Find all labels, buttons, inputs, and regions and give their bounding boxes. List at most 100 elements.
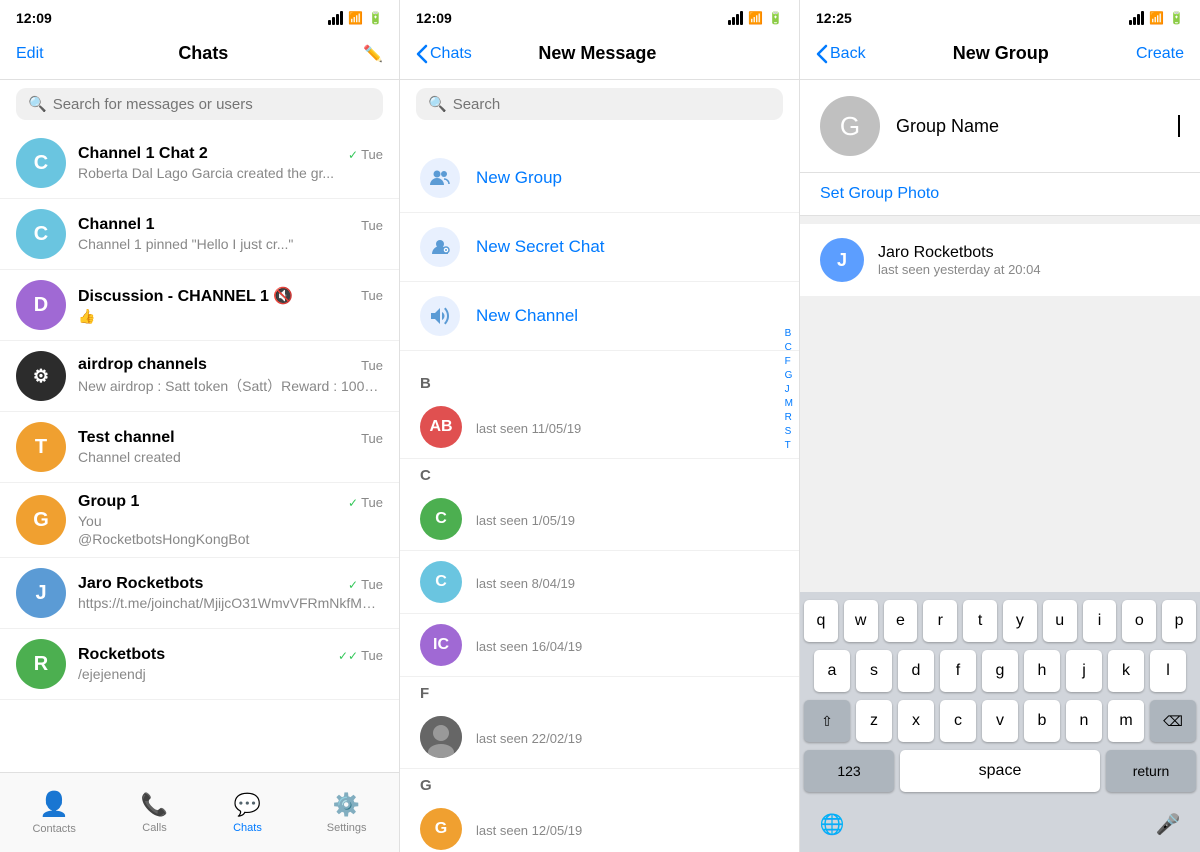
- new-group-item[interactable]: New Group: [400, 144, 799, 213]
- key-s[interactable]: s: [856, 650, 892, 692]
- chat-name-channel1chat2: Channel 1 Chat 2: [78, 145, 208, 163]
- new-channel-label: New Channel: [476, 306, 578, 326]
- key-123[interactable]: 123: [804, 750, 894, 792]
- key-shift[interactable]: ⇧: [804, 700, 850, 742]
- contact-ab[interactable]: AB last seen 11/05/19: [400, 396, 799, 459]
- tab-calls[interactable]: 📞 Calls: [141, 792, 168, 834]
- key-t[interactable]: t: [963, 600, 997, 642]
- key-b[interactable]: b: [1024, 700, 1060, 742]
- tab-bar: 👤 Contacts 📞 Calls 💬 Chats ⚙️ Settings: [0, 772, 399, 852]
- group-avatar-letter: G: [840, 111, 860, 142]
- key-w[interactable]: w: [844, 600, 878, 642]
- key-delete[interactable]: ⌫: [1150, 700, 1196, 742]
- avatar-group1: G: [16, 495, 66, 545]
- chat-item-testchannel[interactable]: T Test channel Tue Channel created: [0, 412, 399, 483]
- tab-contacts[interactable]: 👤 Contacts: [32, 790, 75, 835]
- search-container-1[interactable]: 🔍: [16, 88, 383, 120]
- globe-icon[interactable]: 🌐: [812, 804, 852, 844]
- channel-svg-icon: [428, 304, 452, 328]
- key-m[interactable]: m: [1108, 700, 1144, 742]
- chats-nav: Edit Chats ✏️: [0, 32, 399, 80]
- back-button-3[interactable]: Back: [816, 44, 866, 64]
- status-bar-2: 12:09 📶 🔋: [400, 0, 799, 32]
- search-input-1[interactable]: [53, 96, 371, 113]
- keyboard-row-2: a s d f g h j k l: [804, 650, 1196, 692]
- contact-c1[interactable]: C last seen 1/05/19: [400, 488, 799, 551]
- chat-time-group1: ✓Tue: [348, 495, 383, 510]
- new-group-nav: Back New Group Create: [800, 32, 1200, 80]
- key-i[interactable]: i: [1083, 600, 1117, 642]
- key-l[interactable]: l: [1150, 650, 1186, 692]
- key-q[interactable]: q: [804, 600, 838, 642]
- key-u[interactable]: u: [1043, 600, 1077, 642]
- key-f[interactable]: f: [940, 650, 976, 692]
- alpha-m[interactable]: M: [785, 398, 793, 409]
- chat-item-channel1[interactable]: C Channel 1 Tue Channel 1 pinned "Hello …: [0, 199, 399, 270]
- key-c[interactable]: c: [940, 700, 976, 742]
- group-header: G: [800, 80, 1200, 173]
- key-p[interactable]: p: [1162, 600, 1196, 642]
- new-channel-item[interactable]: New Channel: [400, 282, 799, 351]
- avatar-rocketbots: R: [16, 639, 66, 689]
- key-k[interactable]: k: [1108, 650, 1144, 692]
- key-r[interactable]: r: [923, 600, 957, 642]
- group-name-input[interactable]: [896, 116, 1177, 137]
- contact-f1[interactable]: last seen 22/02/19: [400, 706, 799, 769]
- alpha-c[interactable]: C: [785, 342, 793, 353]
- back-label-2: Chats: [430, 45, 472, 63]
- alpha-t[interactable]: T: [785, 440, 793, 451]
- contact-ic[interactable]: IC last seen 16/04/19: [400, 614, 799, 677]
- contact-g1[interactable]: G last seen 12/05/19: [400, 798, 799, 852]
- status-icons-3: 📶 🔋: [1129, 11, 1184, 25]
- alpha-s[interactable]: S: [785, 426, 793, 437]
- chat-time-testchannel: Tue: [361, 431, 383, 446]
- contact-c2[interactable]: C last seen 8/04/19: [400, 551, 799, 614]
- new-secret-chat-item[interactable]: New Secret Chat: [400, 213, 799, 282]
- alpha-r[interactable]: R: [785, 412, 793, 423]
- edit-button[interactable]: Edit: [16, 45, 44, 63]
- chat-item-group1[interactable]: G Group 1 ✓Tue You @RocketbotsHongKongBo…: [0, 483, 399, 558]
- group-avatar-placeholder[interactable]: G: [820, 96, 880, 156]
- key-d[interactable]: d: [898, 650, 934, 692]
- search-container-2[interactable]: 🔍: [416, 88, 783, 120]
- key-x[interactable]: x: [898, 700, 934, 742]
- chat-item-airdrop[interactable]: ⚙ airdrop channels Tue New airdrop : Sat…: [0, 341, 399, 412]
- alpha-j[interactable]: J: [785, 384, 793, 395]
- key-return[interactable]: return: [1106, 750, 1196, 792]
- key-n[interactable]: n: [1066, 700, 1102, 742]
- chat-time-airdrop: Tue: [361, 358, 383, 373]
- key-g[interactable]: g: [982, 650, 1018, 692]
- chat-time-channel1: Tue: [361, 218, 383, 233]
- chat-name-discussion: Discussion - CHANNEL 1 🔇: [78, 286, 293, 306]
- key-j[interactable]: j: [1066, 650, 1102, 692]
- tab-settings[interactable]: ⚙️ Settings: [327, 792, 367, 834]
- key-z[interactable]: z: [856, 700, 892, 742]
- key-a[interactable]: a: [814, 650, 850, 692]
- alpha-g[interactable]: G: [785, 370, 793, 381]
- key-y[interactable]: y: [1003, 600, 1037, 642]
- create-button[interactable]: Create: [1136, 45, 1184, 63]
- alpha-f[interactable]: F: [785, 356, 793, 367]
- key-e[interactable]: e: [884, 600, 918, 642]
- search-input-2[interactable]: [453, 96, 771, 113]
- chat-item-discussion[interactable]: D Discussion - CHANNEL 1 🔇 Tue 👍: [0, 270, 399, 341]
- mic-icon[interactable]: 🎤: [1148, 804, 1188, 844]
- chat-preview-testchannel: Channel created: [78, 449, 383, 465]
- key-space[interactable]: space: [900, 750, 1100, 792]
- chat-item-channel1chat2[interactable]: C Channel 1 Chat 2 ✓Tue Roberta Dal Lago…: [0, 128, 399, 199]
- chat-preview-airdrop: New airdrop : Satt token（Satt）Reward : 1…: [78, 376, 383, 396]
- chat-item-rocketbots[interactable]: R Rocketbots ✓✓Tue /ejejenendj: [0, 629, 399, 700]
- key-o[interactable]: o: [1122, 600, 1156, 642]
- key-h[interactable]: h: [1024, 650, 1060, 692]
- alpha-b[interactable]: B: [785, 328, 793, 339]
- battery-icon: 🔋: [368, 11, 383, 25]
- chat-item-jarorocketbots[interactable]: J Jaro Rocketbots ✓Tue https://t.me/join…: [0, 558, 399, 629]
- key-v[interactable]: v: [982, 700, 1018, 742]
- contact-status-f1: last seen 22/02/19: [476, 731, 779, 746]
- compose-button[interactable]: ✏️: [363, 44, 383, 64]
- back-button-2[interactable]: Chats: [416, 44, 472, 64]
- avatar-jarorocketbots: J: [16, 568, 66, 618]
- set-group-photo-button[interactable]: Set Group Photo: [800, 173, 1200, 216]
- chat-preview2-group1: @RocketbotsHongKongBot: [78, 531, 383, 547]
- tab-chats[interactable]: 💬 Chats: [233, 792, 262, 834]
